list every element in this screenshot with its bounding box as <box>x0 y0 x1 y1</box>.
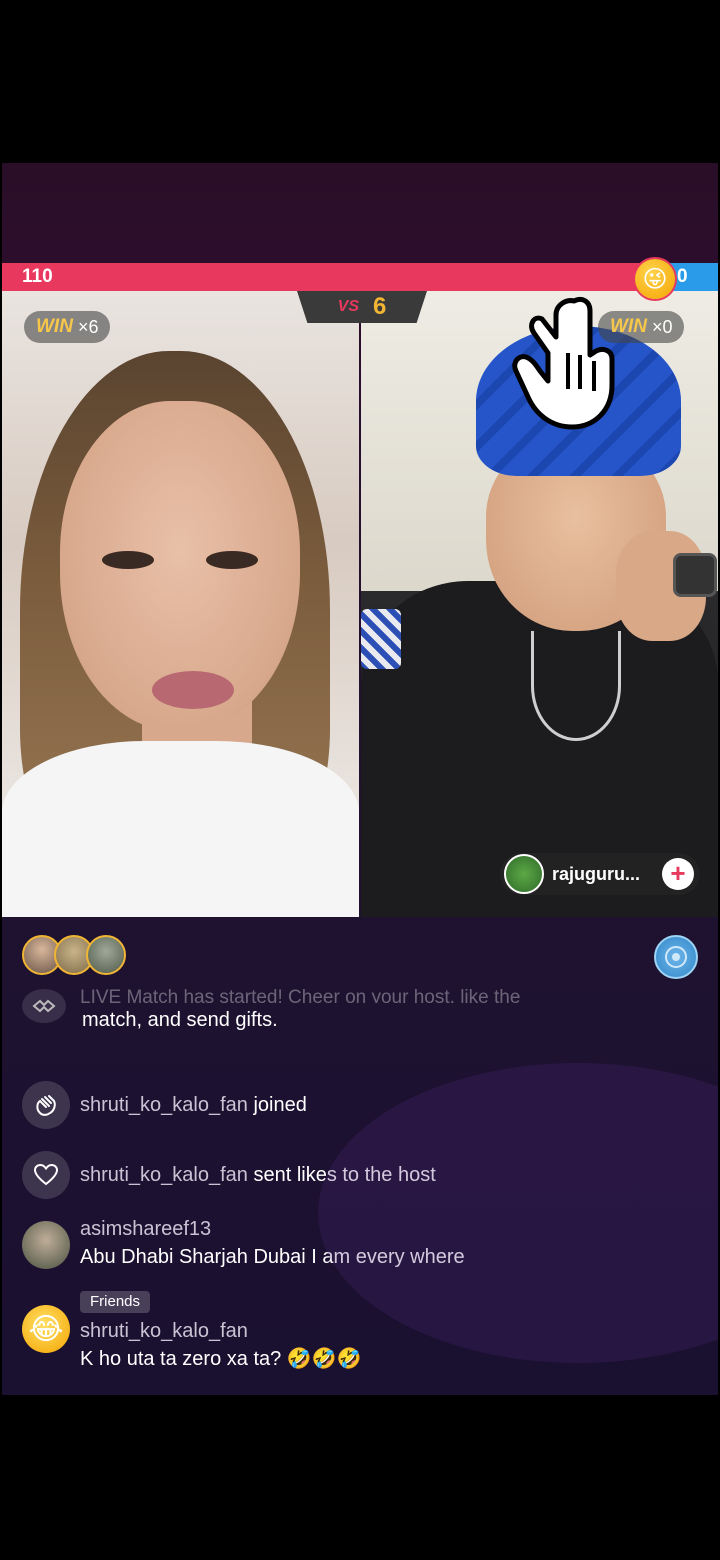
viewer-avatar[interactable] <box>86 935 126 975</box>
chat-text: Abu Dhabi Sharjah Dubai I am every where <box>80 1246 465 1268</box>
left-score: 110 <box>22 266 53 287</box>
live-chat: LIVE Match has started! Cheer on your ho… <box>2 983 718 1383</box>
system-message-text: match, and send gifts. <box>82 1009 278 1031</box>
host-mouth <box>152 671 234 709</box>
hand-pointer-icon <box>512 296 615 430</box>
host-eye-left <box>102 551 154 569</box>
guest-pillow <box>361 609 401 669</box>
vs-timer-badge: VS 6 <box>297 291 427 323</box>
win-multiplier: ×0 <box>651 316 673 337</box>
score-emoji-icon: 😜 <box>635 259 675 299</box>
host-eye-right <box>206 551 258 569</box>
list-item: shruti_ko_kalo_fan sent likes to the hos… <box>22 1151 436 1199</box>
chat-username[interactable]: asimshareef13 <box>80 1215 465 1243</box>
vs-icon: VS <box>337 298 359 315</box>
heart-icon <box>22 1151 70 1199</box>
guest-username[interactable]: rajuguru... <box>552 864 640 885</box>
win-multiplier: ×6 <box>77 316 99 337</box>
top-viewers[interactable] <box>22 935 126 975</box>
guest-necklace <box>531 631 621 741</box>
flower-icon <box>665 946 687 968</box>
guest-profile-tag[interactable]: rajuguru... + <box>500 853 700 895</box>
chat-text: sent likes to the host <box>253 1164 436 1186</box>
system-message-faded: LIVE Match has started! Cheer on your ho… <box>80 987 521 1003</box>
avatar[interactable] <box>504 854 544 894</box>
host-win-streak: WIN ×6 <box>24 311 111 343</box>
left-score-segment: 110 <box>2 263 657 291</box>
rank-badge-icon[interactable] <box>654 935 698 979</box>
handshake-icon <box>22 989 66 1023</box>
guest-watch <box>673 553 717 597</box>
right-score: 0 <box>677 266 688 287</box>
friends-badge: Friends <box>80 1291 151 1313</box>
list-item: asimshareef13 Abu Dhabi Sharjah Dubai I … <box>22 1218 465 1271</box>
host-video[interactable] <box>2 291 359 917</box>
battle-score-bar: 110 0 <box>2 263 718 291</box>
battle-timer: 6 <box>372 293 387 320</box>
host-shirt <box>2 741 359 917</box>
chat-text: joined <box>253 1094 307 1116</box>
chat-username[interactable]: shruti_ko_kalo_fan <box>80 1164 248 1186</box>
laugh-emoji-avatar[interactable]: 😂 <box>22 1305 70 1353</box>
chat-username[interactable]: shruti_ko_kalo_fan <box>80 1317 362 1345</box>
chat-username[interactable]: shruti_ko_kalo_fan <box>80 1094 248 1116</box>
win-label: WIN <box>36 316 73 337</box>
avatar[interactable] <box>22 1221 70 1269</box>
chat-text: K ho uta ta zero xa ta? 🤣🤣🤣 <box>80 1348 362 1370</box>
wave-hand-icon <box>22 1081 70 1129</box>
system-message <box>22 989 66 1023</box>
follow-button[interactable]: + <box>662 858 694 890</box>
list-item: 😂 Friends shruti_ko_kalo_fan K ho uta ta… <box>22 1291 362 1373</box>
list-item: shruti_ko_kalo_fan joined <box>22 1081 307 1129</box>
live-battle-screen: 110 0 😜 VS 6 WIN ×6 WIN ×0 rajuguru... +… <box>2 163 718 1395</box>
